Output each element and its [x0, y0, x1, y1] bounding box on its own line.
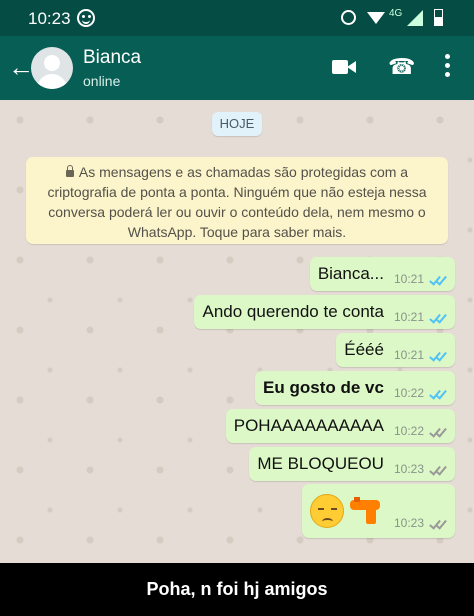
lock-icon [65, 165, 74, 177]
message-time: 10:23 [393, 462, 424, 476]
message-text: Ando querendo te conta [202, 302, 384, 321]
battery-icon [434, 9, 443, 26]
double-check-read-icon [429, 350, 447, 362]
message-text: ME BLOQUEOU [257, 454, 384, 473]
double-check-delivered-icon [429, 464, 447, 476]
message-text: Éééé [344, 340, 384, 359]
contact-status: online [83, 73, 121, 89]
contact-name[interactable]: Bianca [83, 47, 141, 69]
message-bubble[interactable]: ME BLOQUEOU 10:23 [249, 447, 455, 481]
double-check-delivered-icon [429, 518, 447, 530]
message-bubble[interactable]: Eu gosto de vc 10:22 [255, 371, 455, 405]
smiley-icon [77, 9, 95, 27]
wifi-icon [367, 12, 385, 24]
meme-caption: Poha, n foi hj amigos [0, 563, 474, 616]
signal-icon [407, 10, 423, 26]
status-time: 10:23 [28, 9, 71, 28]
message-bubble[interactable]: POHAAAAAAAAAA 10:22 [225, 409, 455, 443]
encryption-notice[interactable]: As mensagens e as chamadas são protegida… [26, 157, 448, 244]
network-type: 4G [389, 8, 403, 19]
alarm-icon [341, 10, 356, 25]
message-bubble[interactable]: Bianca... 10:21 [309, 257, 455, 291]
double-check-read-icon [429, 388, 447, 400]
date-separator: HOJE [212, 112, 262, 136]
message-time: 10:22 [393, 424, 424, 438]
pensive-face-icon [309, 494, 344, 528]
more-options-icon[interactable] [440, 54, 454, 84]
message-bubble[interactable]: Éééé 10:21 [336, 333, 455, 367]
double-check-delivered-icon [429, 426, 447, 438]
message-time: 10:23 [393, 516, 424, 530]
water-pistol-icon [349, 497, 384, 525]
double-check-read-icon [429, 312, 447, 324]
message-time: 10:21 [393, 272, 424, 286]
encryption-notice-text: As mensagens e as chamadas são protegida… [47, 164, 427, 240]
message-text: POHAAAAAAAAAA [233, 416, 384, 435]
message-time: 10:21 [393, 310, 424, 324]
video-call-icon[interactable] [332, 60, 356, 74]
message-time: 10:22 [393, 386, 424, 400]
status-bar: 10:23 4G [0, 0, 474, 36]
avatar[interactable] [31, 47, 73, 89]
double-check-read-icon [429, 274, 447, 286]
chat-header: ← Bianca online ☎ [0, 36, 474, 100]
message-bubble[interactable]: 10:23 [301, 484, 455, 538]
message-bubble[interactable]: Ando querendo te conta 10:21 [194, 295, 455, 329]
chat-area[interactable]: HOJE As mensagens e as chamadas são prot… [0, 100, 474, 563]
message-text: Bianca... [317, 264, 384, 283]
phone-call-icon[interactable]: ☎ [388, 54, 415, 80]
message-time: 10:21 [393, 348, 424, 362]
message-text: Eu gosto de vc [263, 378, 384, 397]
